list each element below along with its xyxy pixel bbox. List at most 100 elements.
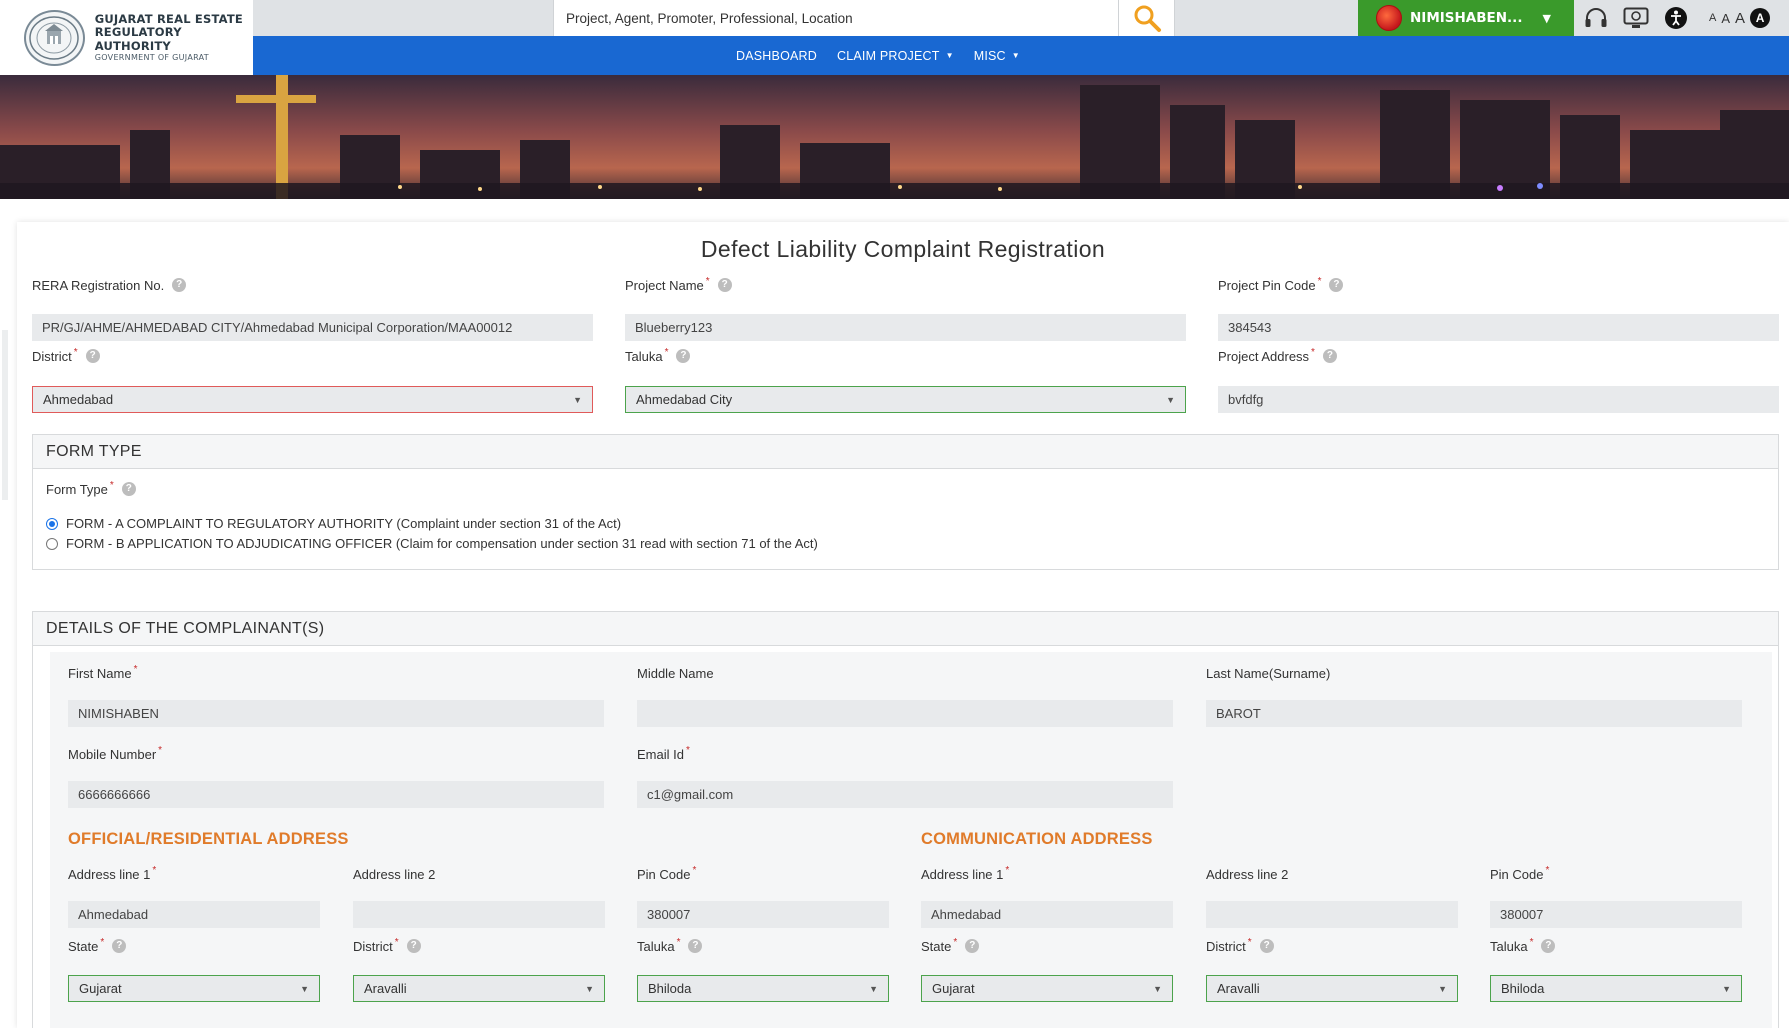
user-name: NIMISHABEN... xyxy=(1410,10,1523,26)
comm-line1-label: Address line 1 * xyxy=(921,865,1010,883)
search-button[interactable] xyxy=(1119,0,1175,36)
nav-claim-project-label: CLAIM PROJECT xyxy=(836,48,940,63)
font-reset-button[interactable]: A xyxy=(1721,11,1730,26)
headphones-icon[interactable] xyxy=(1583,5,1609,31)
taluka-select[interactable]: Ahmedabad City ▼ xyxy=(625,386,1186,413)
last-name-field[interactable] xyxy=(1206,700,1742,727)
middle-name-label-text: Middle Name xyxy=(637,666,714,681)
rera-seal-icon xyxy=(24,9,85,66)
nav-misc[interactable]: MISC ▼ xyxy=(974,49,1020,63)
taluka-label-text: Taluka xyxy=(625,349,663,364)
help-icon[interactable]: ? xyxy=(406,939,421,953)
help-icon[interactable]: ? xyxy=(172,278,187,292)
official-taluka-value: Bhiloda xyxy=(648,981,692,996)
accessibility-toolbar: A A A A xyxy=(1583,0,1771,36)
district-label-text: District xyxy=(32,349,72,364)
middle-name-field[interactable] xyxy=(637,700,1173,727)
font-decrease-button[interactable]: A xyxy=(1709,12,1716,24)
comm-pin-field[interactable] xyxy=(1490,901,1742,928)
help-icon[interactable]: ? xyxy=(85,349,100,363)
form-type-section: FORM TYPE Form Type * ? FORM - A COMPLAIN… xyxy=(32,434,1779,570)
font-size-controls: A A A A xyxy=(1709,8,1771,28)
official-line2-label: Address line 2 xyxy=(353,867,435,882)
email-field[interactable] xyxy=(637,781,1173,808)
help-icon[interactable]: ? xyxy=(1259,939,1274,953)
form-type-label: Form Type * ? xyxy=(46,481,136,497)
official-line2-field[interactable] xyxy=(353,901,605,928)
search-input[interactable] xyxy=(566,10,1118,26)
comm-state-label: State * ? xyxy=(921,938,980,954)
official-line2-label-text: Address line 2 xyxy=(353,867,436,882)
comm-taluka-select[interactable]: Bhiloda ▼ xyxy=(1490,975,1742,1002)
taluka-select-value: Ahmedabad City xyxy=(636,392,733,407)
rera-registration-field[interactable] xyxy=(32,314,593,341)
project-address-field[interactable] xyxy=(1218,386,1779,413)
official-address-heading: OFFICIAL/RESIDENTIAL ADDRESS xyxy=(68,830,349,848)
site-header: GUJARAT REAL ESTATE REGULATORY AUTHORITY… xyxy=(0,0,1789,75)
official-district-value: Aravalli xyxy=(364,981,407,996)
project-name-field[interactable] xyxy=(625,314,1186,341)
user-menu-button[interactable]: NIMISHABEN... ▼ xyxy=(1358,0,1574,36)
district-label: District * ? xyxy=(32,348,100,364)
official-line1-field[interactable] xyxy=(68,901,320,928)
help-icon[interactable]: ? xyxy=(688,939,703,953)
dropdown-arrow-icon: ▼ xyxy=(1438,983,1447,994)
comm-line2-label: Address line 2 xyxy=(1206,867,1288,882)
screen-reader-icon[interactable] xyxy=(1623,5,1649,31)
accessibility-icon[interactable] xyxy=(1663,5,1689,31)
help-icon[interactable]: ? xyxy=(1329,278,1344,292)
form-b-radio-option[interactable]: FORM - B APPLICATION TO ADJUDICATING OFF… xyxy=(46,536,818,551)
official-district-select[interactable]: Aravalli ▼ xyxy=(353,975,605,1002)
dropdown-arrow-icon: ▼ xyxy=(1166,394,1175,405)
search-icon xyxy=(1134,5,1161,32)
comm-district-select[interactable]: Aravalli ▼ xyxy=(1206,975,1458,1002)
complaint-form-card: Defect Liability Complaint Registration … xyxy=(17,222,1789,1028)
complainant-heading: DETAILS OF THE COMPLAINANT(S) xyxy=(33,612,1778,646)
radio-button-selected[interactable] xyxy=(46,517,58,530)
comm-state-value: Gujarat xyxy=(932,981,975,996)
official-taluka-label: Taluka * ? xyxy=(637,938,703,954)
radio-button[interactable] xyxy=(46,537,58,550)
official-taluka-select[interactable]: Bhiloda ▼ xyxy=(637,975,889,1002)
comm-state-select[interactable]: Gujarat ▼ xyxy=(921,975,1173,1002)
official-pin-field[interactable] xyxy=(637,901,889,928)
communication-address-heading: COMMUNICATION ADDRESS xyxy=(921,830,1153,848)
official-state-value: Gujarat xyxy=(79,981,122,996)
district-select-value: Ahmedabad xyxy=(43,392,114,407)
comm-line1-field[interactable] xyxy=(921,901,1173,928)
comm-line2-field[interactable] xyxy=(1206,901,1458,928)
help-icon[interactable]: ? xyxy=(1541,939,1556,953)
help-icon[interactable]: ? xyxy=(965,939,980,953)
dropdown-arrow-icon: ▼ xyxy=(573,394,582,405)
nav-dashboard[interactable]: DASHBOARD xyxy=(736,49,817,63)
help-icon[interactable]: ? xyxy=(121,482,136,496)
city-skyline-banner xyxy=(0,75,1789,199)
middle-name-label: Middle Name xyxy=(637,666,714,681)
mobile-field[interactable] xyxy=(68,781,604,808)
taluka-label: Taluka * ? xyxy=(625,348,691,364)
logo-line-3: GOVERNMENT OF GUJARAT xyxy=(94,52,209,62)
comm-taluka-label-text: Taluka xyxy=(1490,939,1528,954)
official-pin-label: Pin Code * xyxy=(637,865,697,883)
project-pin-label: Project Pin Code * ? xyxy=(1218,277,1344,293)
official-line1-label-text: Address line 1 xyxy=(68,867,151,882)
help-icon[interactable]: ? xyxy=(112,939,127,953)
project-address-label-text: Project Address xyxy=(1218,349,1310,364)
official-state-select[interactable]: Gujarat ▼ xyxy=(68,975,320,1002)
font-increase-button[interactable]: A xyxy=(1735,10,1745,27)
form-type-label-text: Form Type xyxy=(46,482,108,497)
high-contrast-button[interactable]: A xyxy=(1750,8,1771,28)
rera-label-text: RERA Registration No. xyxy=(32,278,165,293)
form-a-radio-option[interactable]: FORM - A COMPLAINT TO REGULATORY AUTHORI… xyxy=(46,516,621,531)
nav-claim-project[interactable]: CLAIM PROJECT ▼ xyxy=(837,49,954,63)
official-pin-label-text: Pin Code xyxy=(637,867,691,882)
first-name-field[interactable] xyxy=(68,700,604,727)
logo[interactable]: GUJARAT REAL ESTATE REGULATORY AUTHORITY… xyxy=(0,0,253,75)
help-icon[interactable]: ? xyxy=(1322,349,1337,363)
mobile-label-text: Mobile Number xyxy=(68,747,157,762)
district-select[interactable]: Ahmedabad ▼ xyxy=(32,386,593,413)
help-icon[interactable]: ? xyxy=(676,349,691,363)
project-pin-field[interactable] xyxy=(1218,314,1779,341)
help-icon[interactable]: ? xyxy=(717,278,732,292)
official-taluka-label-text: Taluka xyxy=(637,939,675,954)
